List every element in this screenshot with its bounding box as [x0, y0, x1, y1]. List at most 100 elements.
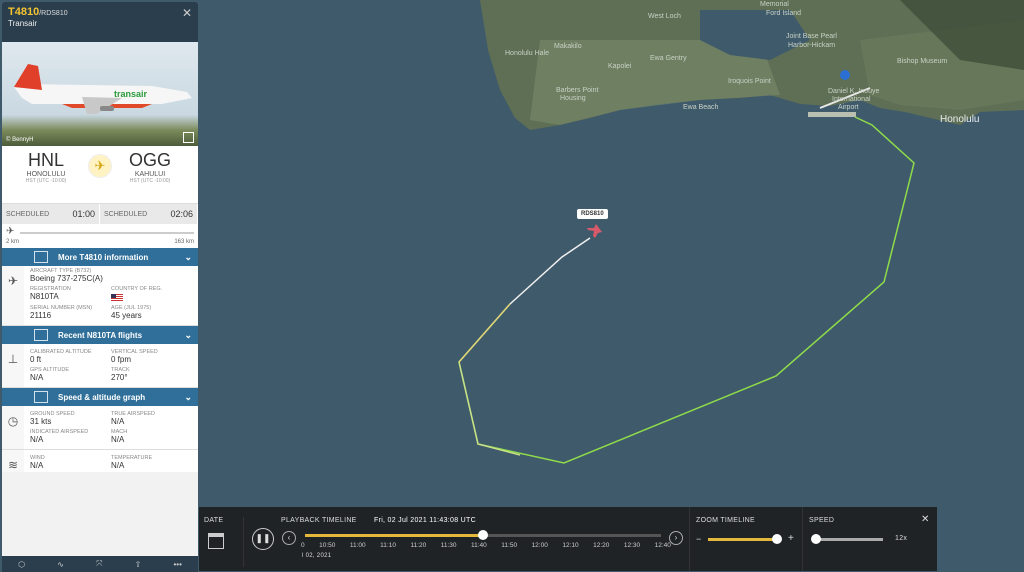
- timeline-tick: 0: [301, 542, 305, 549]
- map-label: Housing: [560, 95, 586, 102]
- zoom-out-icon[interactable]: −: [696, 534, 702, 544]
- country-label: COUNTRY OF REG.: [111, 286, 163, 292]
- aircraft-icon-side: ✈: [2, 266, 24, 325]
- true-airspeed: N/A: [111, 417, 125, 426]
- timeline-tick: 11:30: [440, 542, 457, 549]
- origin-code[interactable]: HNL: [6, 150, 86, 171]
- speed-gauge-icon: ◷: [2, 406, 24, 449]
- close-icon[interactable]: ✕: [182, 6, 192, 20]
- age: 45 years: [111, 311, 142, 320]
- track: 270°: [111, 373, 128, 382]
- expand-icon[interactable]: [183, 132, 194, 143]
- aircraft-callout[interactable]: RDS810: [577, 209, 608, 219]
- flight-track-green: [458, 116, 915, 464]
- step-forward-button[interactable]: ›: [669, 531, 683, 545]
- map-label: Honolulu Hale: [505, 50, 549, 57]
- speed-label: SPEED: [809, 517, 835, 524]
- playback-datetime: Fri, 02 Jul 2021 11:43:08 UTC: [374, 517, 476, 524]
- zoom-handle[interactable]: [772, 534, 782, 544]
- panel-header: T4810/RDS810 Transair ✕: [2, 2, 198, 42]
- destination-code[interactable]: OGG: [110, 150, 190, 171]
- step-back-button[interactable]: ‹: [282, 531, 296, 545]
- map-label: Ewa Beach: [683, 104, 719, 111]
- map-label: Joint Base Pearl: [786, 33, 837, 40]
- aircraft-type: Boeing 737-275C(A): [30, 274, 103, 283]
- pause-button[interactable]: ❚❚: [252, 528, 274, 550]
- runway: [808, 112, 856, 117]
- cal-alt: 0 ft: [30, 355, 42, 364]
- arr-label: SCHEDULED: [104, 210, 148, 218]
- section-graph[interactable]: Speed & altitude graph ⌄: [2, 388, 198, 406]
- aircraft-photo[interactable]: transair © BennyH: [2, 42, 198, 146]
- close-icon[interactable]: ✕: [921, 514, 930, 525]
- timeline-tick: 12:30: [623, 542, 641, 549]
- chevron-down-icon: ⌄: [184, 251, 192, 262]
- timeline-tick: 11:10: [380, 542, 396, 549]
- livery-text: transair: [114, 89, 148, 99]
- flight-number: T4810: [8, 6, 40, 18]
- zoom-in-icon[interactable]: +: [788, 533, 794, 544]
- timeline-tick: 12:10: [562, 542, 579, 549]
- ground-speed: 31 kts: [30, 417, 52, 426]
- aircraft-icon[interactable]: [587, 224, 602, 238]
- timeline-tick: 10:50: [319, 542, 336, 549]
- map-label: Harbor-Hickam: [788, 42, 836, 49]
- follow-icon[interactable]: ⤧: [96, 559, 102, 569]
- origin-name: HONOLULU: [26, 171, 66, 178]
- speed-handle[interactable]: [811, 534, 821, 544]
- flight-info-panel: T4810/RDS810 Transair ✕ transair © Benny…: [2, 2, 198, 572]
- plane-small-icon: ✈: [6, 226, 15, 237]
- temperature: N/A: [111, 461, 125, 470]
- more-icon[interactable]: •••: [174, 560, 182, 569]
- map-label: West Loch: [648, 13, 681, 20]
- map-label: Ford Island: [766, 10, 802, 17]
- weather-block: ≋ WIND N/A TEMPERATURE N/A: [2, 450, 198, 472]
- timeline-tick: 12:00: [531, 542, 548, 549]
- map-label: Daniel K. Inouye: [828, 88, 880, 95]
- panel-toolbar: ⬡ ∿ ⤧ ⇧ •••: [2, 556, 198, 572]
- info-icon: [34, 251, 48, 263]
- registration: N810TA: [30, 292, 59, 301]
- date-picker[interactable]: DATE: [204, 517, 244, 567]
- timeline-handle[interactable]: [478, 530, 488, 540]
- section-label: More T4810 information: [58, 252, 149, 262]
- chevron-down-icon: ⌄: [184, 329, 192, 340]
- gps-alt: N/A: [30, 373, 44, 382]
- section-recent-flights[interactable]: Recent N810TA flights ⌄: [2, 326, 198, 344]
- speed-block: ◷ GROUND SPEED 31 kts TRUE AIRSPEED N/A IN…: [2, 406, 198, 450]
- airline-name: Transair: [8, 19, 38, 28]
- dist-flown: 2 km: [6, 239, 20, 245]
- timeline-label: PLAYBACK TIMELINE: [281, 517, 357, 524]
- map-label: Iroquois Point: [728, 78, 771, 85]
- dep-time: 01:00: [72, 209, 95, 219]
- vertical-speed: 0 fpm: [111, 355, 132, 364]
- photo-credit: © BennyH: [6, 137, 34, 143]
- flight-progress: ✈ 2 km 163 km: [2, 224, 198, 248]
- timeline-tick: 11:50: [501, 542, 518, 549]
- timeline-track[interactable]: [305, 530, 661, 540]
- graph-icon: [34, 391, 48, 403]
- altitude-block: ⊥ CALIBRATED ALTITUDE 0 ft VERTICAL SPEED…: [2, 344, 198, 388]
- section-more-info[interactable]: More T4810 information ⌄: [2, 248, 198, 266]
- dist-remaining: 163 km: [174, 239, 194, 245]
- indicated-airspeed: N/A: [30, 435, 44, 444]
- progress-bar: [20, 232, 194, 234]
- timeline-tick: 11:20: [410, 542, 427, 549]
- timeline-date: l 02, 2021: [302, 553, 332, 559]
- map-label: Ewa Gentry: [650, 55, 687, 62]
- 3d-view-icon[interactable]: ⬡: [18, 560, 25, 569]
- msn: 21116: [30, 311, 52, 320]
- timeline-tick: 11:40: [471, 542, 487, 549]
- timeline-progress: [305, 534, 483, 537]
- callsign: /RDS810: [39, 10, 68, 17]
- speed-slider[interactable]: [811, 534, 883, 544]
- share-icon[interactable]: ⇧: [135, 560, 142, 569]
- wind-icon: ≋: [2, 450, 24, 472]
- route-icon[interactable]: ∿: [57, 560, 64, 569]
- timeline-tick: 12:40: [654, 542, 671, 549]
- map-label: Kapolei: [608, 63, 632, 70]
- zoom-slider[interactable]: [708, 534, 782, 544]
- timeline-tick: 12:20: [593, 542, 610, 549]
- schedule-row: SCHEDULED 01:00 SCHEDULED 02:06: [2, 204, 198, 224]
- airport-marker-icon[interactable]: [840, 70, 850, 80]
